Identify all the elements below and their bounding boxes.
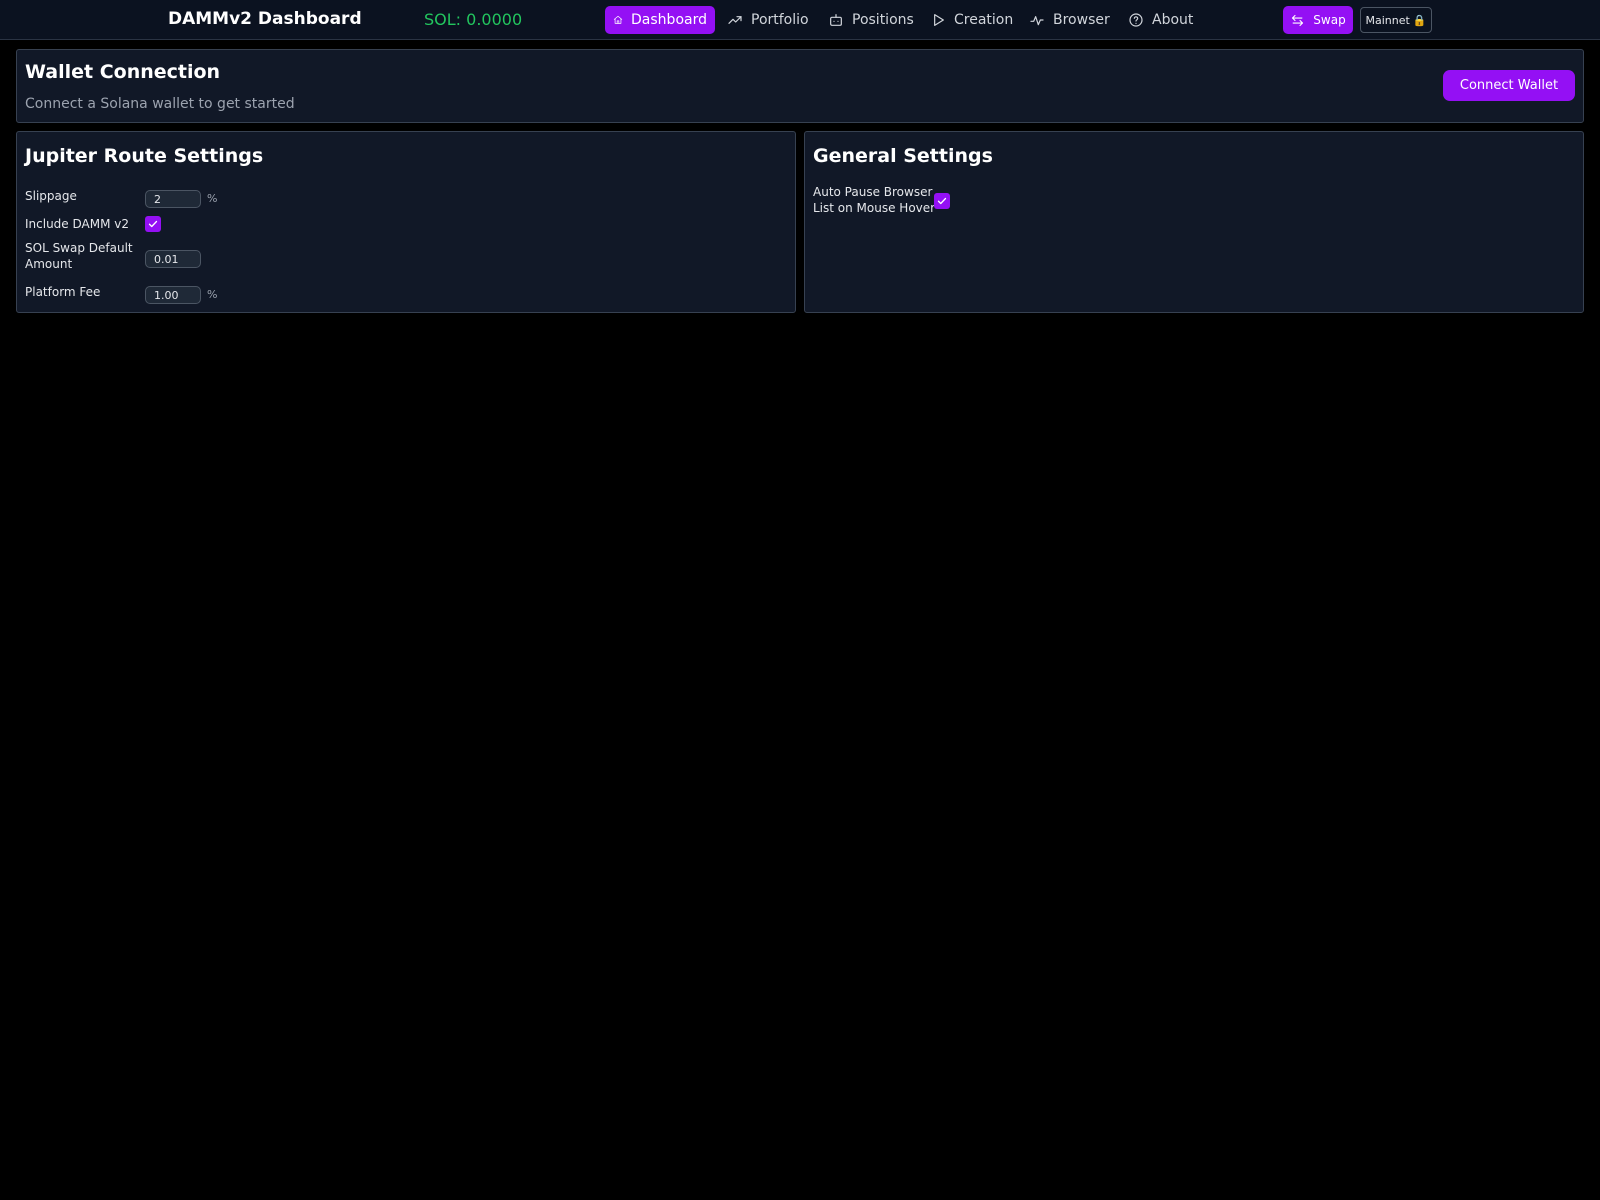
sol-swap-default-input[interactable] — [145, 250, 201, 268]
check-icon — [937, 197, 947, 205]
slippage-unit: % — [207, 192, 218, 205]
sol-balance: SOL: 0.0000 — [424, 10, 523, 29]
network-selector[interactable]: Mainnet 🔒 — [1360, 7, 1432, 33]
general-settings-card: General Settings Auto Pause Browser List… — [804, 131, 1584, 313]
nav-about-label: About — [1152, 12, 1194, 28]
wallet-card-subtitle: Connect a Solana wallet to get started — [25, 96, 295, 112]
nav-positions[interactable]: Positions — [820, 6, 922, 34]
jupiter-card-title: Jupiter Route Settings — [25, 145, 264, 167]
auto-pause-label-line2: List on Mouse Hover — [813, 201, 936, 215]
nav-browser-label: Browser — [1053, 12, 1110, 28]
nav-portfolio[interactable]: Portfolio — [719, 6, 817, 34]
jupiter-route-settings-card: Jupiter Route Settings Slippage % Includ… — [16, 131, 796, 313]
slippage-input[interactable] — [145, 190, 201, 208]
swap-button-label: Swap — [1313, 13, 1346, 27]
nav-dashboard-label: Dashboard — [631, 12, 707, 28]
slippage-label: Slippage — [25, 189, 77, 203]
include-damm-checkbox[interactable] — [145, 216, 161, 232]
trending-up-icon — [728, 16, 742, 24]
play-icon — [934, 14, 944, 26]
nav-about[interactable]: About — [1120, 6, 1201, 34]
swap-arrows-icon — [1292, 14, 1304, 26]
platform-fee-unit: % — [207, 288, 218, 301]
general-card-title: General Settings — [813, 145, 993, 167]
auto-pause-label: Auto Pause Browser List on Mouse Hover — [813, 184, 935, 216]
sol-swap-label-line1: SOL Swap Default — [25, 241, 133, 255]
nav-portfolio-label: Portfolio — [751, 12, 809, 28]
connect-wallet-button[interactable]: Connect Wallet — [1443, 70, 1575, 101]
network-label: Mainnet — [1365, 13, 1410, 27]
app-title[interactable]: DAMMv2 Dashboard — [168, 9, 362, 29]
top-navbar: DAMMv2 Dashboard SOL: 0.0000 Dashboard P… — [0, 0, 1600, 40]
check-icon — [148, 220, 158, 228]
wallet-card-title: Wallet Connection — [25, 61, 221, 83]
sol-swap-default-label: SOL Swap Default Amount — [25, 240, 133, 272]
sol-swap-label-line2: Amount — [25, 257, 73, 271]
swap-button[interactable]: Swap — [1283, 6, 1353, 34]
auto-pause-label-line1: Auto Pause Browser — [813, 185, 933, 199]
nav-dashboard[interactable]: Dashboard — [605, 6, 715, 34]
nav-creation-label: Creation — [954, 12, 1014, 28]
platform-fee-label: Platform Fee — [25, 285, 101, 299]
include-damm-label: Include DAMM v2 — [25, 217, 129, 231]
nav-browser[interactable]: Browser — [1021, 6, 1118, 34]
lock-icon: 🔒 — [1412, 13, 1427, 27]
nav-creation[interactable]: Creation — [922, 6, 1021, 34]
help-circle-icon — [1129, 13, 1143, 27]
activity-icon — [1030, 16, 1044, 26]
platform-fee-input[interactable] — [145, 286, 201, 304]
nav-positions-label: Positions — [852, 12, 914, 28]
wallet-connection-card: Wallet Connection Connect a Solana walle… — [16, 49, 1584, 123]
home-icon — [613, 15, 623, 24]
auto-pause-checkbox[interactable] — [934, 193, 950, 209]
bot-icon — [830, 14, 842, 26]
